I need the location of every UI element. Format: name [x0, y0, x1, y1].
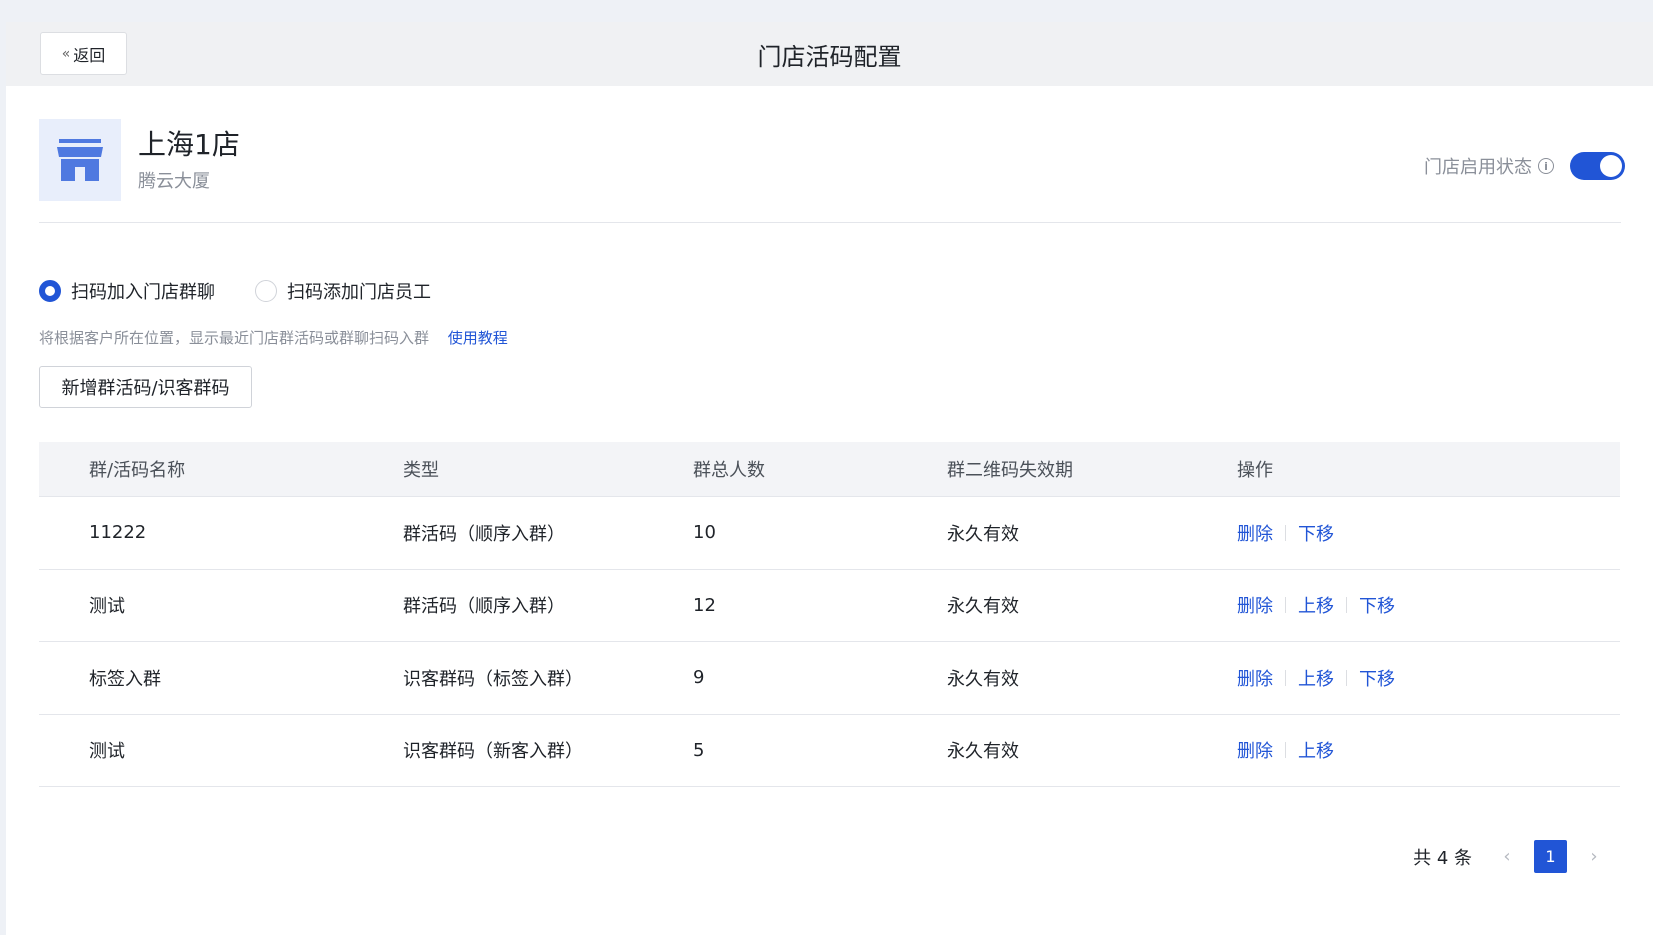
cell-count: 5 [693, 739, 705, 761]
cell-name: 标签入群 [89, 668, 161, 690]
back-button-label: 返回 [73, 45, 106, 65]
section-divider [39, 222, 1621, 223]
column-header-name: 群/活码名称 [89, 460, 186, 481]
mode-radio-group: 扫码加入门店群聊 扫码添加门店员工 [39, 278, 471, 304]
store-status-label: 门店启用状态 [1424, 157, 1532, 178]
column-header-type: 类型 [403, 460, 439, 481]
tutorial-link[interactable]: 使用教程 [448, 329, 508, 347]
cell-type: 群活码（顺序入群） [403, 596, 565, 618]
page-title: 门店活码配置 [757, 42, 902, 71]
group-code-table: 群/活码名称 类型 群总人数 群二维码失效期 操作 11222 群活码（顺序入群… [39, 442, 1620, 787]
radio-unchecked-icon [255, 280, 277, 302]
move-down-link[interactable]: 下移 [1359, 665, 1395, 691]
cell-type: 识客群码（标签入群） [403, 668, 583, 690]
move-up-link[interactable]: 上移 [1298, 665, 1334, 691]
cell-type: 识客群码（新客入群） [403, 741, 583, 763]
cell-expiry: 永久有效 [947, 741, 1019, 763]
double-chevron-left-icon: « [61, 45, 71, 62]
store-icon [39, 119, 121, 201]
move-down-link[interactable]: 下移 [1298, 520, 1334, 546]
page-container: « 返回 门店活码配置 上海1店 腾云大厦 门店启用状态 i 扫码加入门店群聊 … [6, 22, 1653, 935]
cell-actions: 删除 下移 [1237, 520, 1620, 546]
delete-link[interactable]: 删除 [1237, 592, 1273, 618]
radio-join-group[interactable]: 扫码加入门店群聊 [39, 278, 215, 304]
cell-count: 10 [693, 522, 716, 544]
cell-expiry: 永久有效 [947, 596, 1019, 618]
add-group-code-button[interactable]: 新增群活码/识客群码 [39, 366, 252, 408]
cell-actions: 删除 上移 下移 [1237, 592, 1620, 618]
cell-type: 群活码（顺序入群） [403, 523, 565, 545]
delete-link[interactable]: 删除 [1237, 665, 1273, 691]
delete-link[interactable]: 删除 [1237, 520, 1273, 546]
move-down-link[interactable]: 下移 [1359, 592, 1395, 618]
page-header: « 返回 门店活码配置 [6, 22, 1653, 86]
move-up-link[interactable]: 上移 [1298, 737, 1334, 763]
column-header-count: 群总人数 [693, 460, 765, 481]
move-up-link[interactable]: 上移 [1298, 592, 1334, 618]
radio-checked-icon [39, 280, 61, 302]
store-info: 上海1店 腾云大厦 [138, 119, 240, 193]
store-status: 门店启用状态 i [1424, 152, 1625, 180]
action-separator [1285, 669, 1286, 686]
action-separator [1346, 669, 1347, 686]
mode-hint: 将根据客户所在位置，显示最近门店群活码或群聊扫码入群 使用教程 [39, 327, 508, 348]
cell-name: 11222 [89, 522, 147, 544]
table-row: 11222 群活码（顺序入群） 10 永久有效 删除 下移 [39, 497, 1620, 570]
store-name: 上海1店 [138, 128, 240, 161]
store-enabled-toggle[interactable] [1570, 152, 1625, 180]
back-button[interactable]: « 返回 [40, 32, 127, 75]
radio-add-staff[interactable]: 扫码添加门店员工 [255, 278, 431, 304]
cell-count: 9 [693, 667, 705, 689]
action-separator [1346, 597, 1347, 614]
table-row: 标签入群 识客群码（标签入群） 9 永久有效 删除 上移 下移 [39, 642, 1620, 715]
store-address: 腾云大厦 [138, 171, 210, 192]
info-icon[interactable]: i [1538, 158, 1554, 174]
cell-expiry: 永久有效 [947, 523, 1019, 545]
radio-label: 扫码添加门店员工 [287, 282, 431, 303]
pagination: 共 4 条 ‹ 1 › [1413, 840, 1611, 873]
action-separator [1285, 742, 1286, 759]
table-row: 测试 群活码（顺序入群） 12 永久有效 删除 上移 下移 [39, 570, 1620, 642]
radio-label: 扫码加入门店群聊 [71, 282, 215, 303]
cell-name: 测试 [89, 596, 125, 618]
cell-actions: 删除 上移 [1237, 737, 1620, 763]
column-header-actions: 操作 [1237, 460, 1273, 481]
cell-name: 测试 [89, 741, 125, 763]
page-button[interactable]: 1 [1534, 840, 1567, 873]
column-header-expiry: 群二维码失效期 [947, 460, 1073, 481]
action-separator [1285, 524, 1286, 541]
delete-link[interactable]: 删除 [1237, 737, 1273, 763]
hint-text: 将根据客户所在位置，显示最近门店群活码或群聊扫码入群 [39, 329, 430, 347]
prev-page-icon[interactable]: ‹ [1490, 846, 1524, 867]
next-page-icon[interactable]: › [1577, 846, 1611, 867]
toggle-knob [1600, 155, 1622, 177]
cell-actions: 删除 上移 下移 [1237, 665, 1620, 691]
cell-expiry: 永久有效 [947, 668, 1019, 690]
store-card: 上海1店 腾云大厦 [39, 119, 240, 201]
pagination-total: 共 4 条 [1413, 847, 1472, 869]
table-header: 群/活码名称 类型 群总人数 群二维码失效期 操作 [39, 442, 1620, 497]
cell-count: 12 [693, 594, 716, 616]
action-separator [1285, 597, 1286, 614]
table-row: 测试 识客群码（新客入群） 5 永久有效 删除 上移 [39, 715, 1620, 787]
